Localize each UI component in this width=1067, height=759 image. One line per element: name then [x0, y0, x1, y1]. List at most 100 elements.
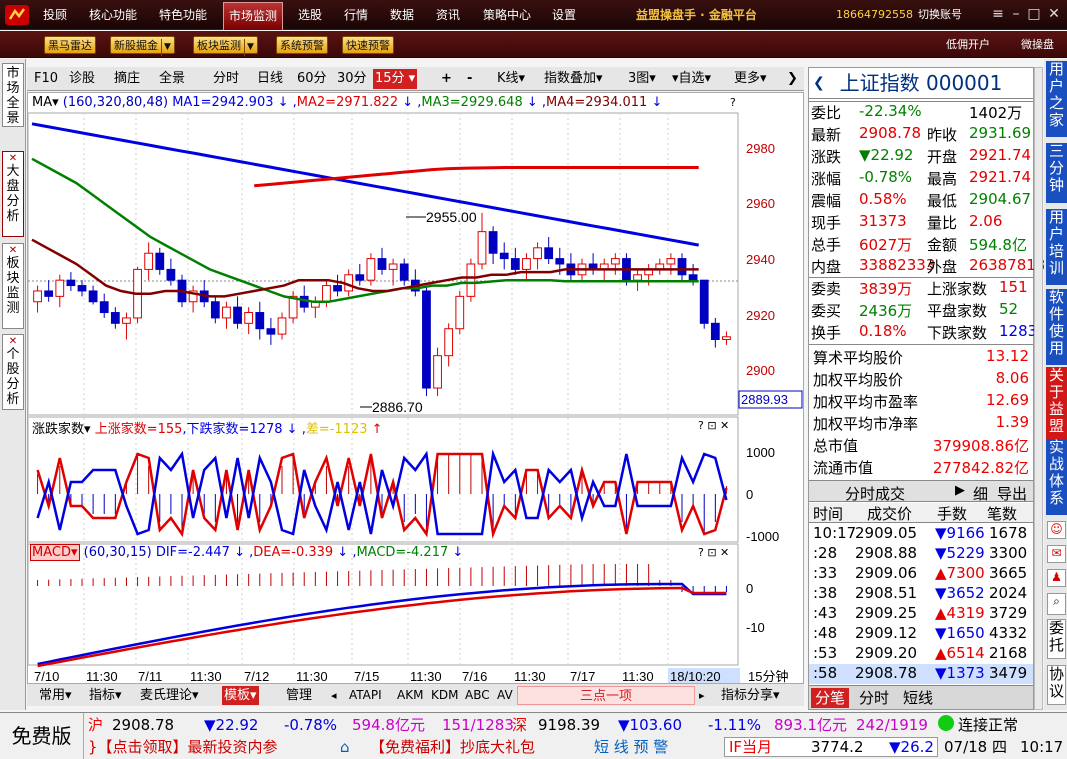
trade-row[interactable]: :48 2909.12 ▼1650 4332 [809, 624, 1033, 644]
scroll-right-icon[interactable]: ▸ [699, 686, 705, 705]
system-alert-button[interactable]: 系统预警 [276, 36, 328, 54]
help-icon[interactable]: ? [730, 96, 736, 109]
tab-software-usage[interactable]: 软件使用 [1046, 289, 1067, 365]
panel-controls-icon[interactable]: ? ⊡ ✕ [698, 546, 729, 559]
tab-market-overview[interactable]: 市场全景 [2, 63, 24, 127]
close-icon[interactable]: ✕ [3, 337, 23, 347]
tab-combat-system[interactable]: 实战体系 [1046, 439, 1067, 515]
tab-user-home[interactable]: 用户之家 [1046, 61, 1067, 137]
tab-about-yimeng[interactable]: 关于益盟 [1046, 367, 1067, 443]
news-ticker-2[interactable]: 【免费福利】抄底大礼包 [370, 737, 535, 757]
menu-icon[interactable]: ≡ [990, 6, 1006, 22]
watchlist-dropdown[interactable]: ▾自选▾ [672, 69, 711, 89]
quote-scrollbar[interactable] [1034, 67, 1043, 710]
qq-icon[interactable]: ♟ [1047, 569, 1066, 587]
futures-quote[interactable]: IF当月 3774.2 ▼26.2 [724, 737, 938, 757]
prev-arrow-icon[interactable]: ❮ [813, 68, 825, 99]
tab-intraday[interactable]: 分时 [859, 688, 889, 708]
trade-row[interactable]: :53 2909.20 ▲6514 2168 [809, 644, 1033, 664]
tab-mcs-theory[interactable]: 麦氏理论▾ [140, 686, 199, 705]
entrust-button[interactable]: 委托 [1047, 619, 1066, 659]
quick-alert-button[interactable]: 快速预警 [342, 36, 394, 54]
f10-button[interactable]: F10 [34, 69, 58, 89]
short-term-alert[interactable]: 短 线 预 警 [594, 737, 668, 757]
sector-monitor-button[interactable]: 板块监测 ▼ [193, 36, 258, 56]
trade-row[interactable]: :38 2908.51 ▼3652 2024 [809, 584, 1033, 604]
chat-icon[interactable]: ☺ [1047, 521, 1066, 539]
menu-data[interactable]: 数据 [385, 0, 419, 30]
tab-sector-monitor[interactable]: ✕ 板块监测 [2, 243, 24, 329]
tab-akm[interactable]: AKM [397, 686, 423, 705]
tab-indicators[interactable]: 指标▾ [89, 686, 122, 705]
tab-av[interactable]: AV [497, 686, 513, 705]
sh-index-summary[interactable]: 沪 2908.78 ▼22.92 -0.78% 594.8亿元 151/1283 [88, 715, 514, 735]
index-overlay-dropdown[interactable]: 指数叠加▾ [544, 69, 603, 89]
menu-strategy[interactable]: 策略中心 [478, 0, 536, 30]
home-icon[interactable]: ⌂ [340, 737, 350, 757]
tab-manage[interactable]: 管理 [286, 686, 312, 705]
micro-trade-link[interactable]: 微操盘 [1021, 36, 1054, 54]
kline-chart[interactable]: 2955.00 2886.70 2980 2960 2940 2920 2900… [28, 93, 803, 686]
tab-template[interactable]: 模板▾ [222, 686, 259, 705]
menu-settings[interactable]: 设置 [547, 0, 581, 30]
collapse-icon[interactable]: ❯ [787, 69, 798, 89]
tab-three-minutes[interactable]: 三分钟 [1046, 143, 1067, 203]
period-intraday[interactable]: 分时 [213, 69, 239, 89]
layout-dropdown[interactable]: 3图▾ [628, 69, 656, 89]
period-30min[interactable]: 30分 [337, 69, 367, 89]
period-daily[interactable]: 日线 [257, 69, 283, 89]
trade-row[interactable]: :43 2909.25 ▲4319 3729 [809, 604, 1033, 624]
close-icon[interactable]: ✕ [1046, 6, 1062, 22]
tab-market-analysis[interactable]: ✕ 大盘分析 [2, 151, 24, 237]
low-commission-link[interactable]: 低佣开户 [946, 36, 990, 54]
trades-detail-button[interactable]: 细 [973, 483, 988, 504]
scroll-left-icon[interactable]: ◂ [331, 686, 337, 705]
ma-legend-name[interactable]: MA [32, 95, 52, 110]
tab-ticks[interactable]: 分笔 [811, 688, 850, 708]
zoom-in-button[interactable]: + [441, 69, 452, 89]
maximize-icon[interactable]: □ [1026, 6, 1042, 22]
trade-row[interactable]: :33 2909.06 ▲7300 3665 [809, 564, 1033, 584]
minimize-icon[interactable]: – [1008, 6, 1024, 22]
tab-short-term[interactable]: 短线 [903, 688, 933, 708]
period-15min[interactable]: 15分 ▾ [373, 69, 418, 89]
tab-common[interactable]: 常用▾ [39, 686, 72, 705]
switch-account-link[interactable]: 切换账号 [918, 0, 962, 30]
tab-indicator-share[interactable]: 指标分享▾ [721, 686, 780, 705]
chart-type-dropdown[interactable]: K线▾ [497, 69, 525, 89]
tab-kdm[interactable]: KDM [431, 686, 458, 705]
menu-core[interactable]: 核心功能 [84, 0, 142, 30]
macd-selector[interactable]: MACD▾ [30, 544, 80, 561]
tab-abc[interactable]: ABC [465, 686, 490, 705]
new-stock-button[interactable]: 新股掘金 ▼ [110, 36, 175, 56]
zoom-out-button[interactable]: - [467, 69, 472, 89]
menu-news[interactable]: 资讯 [431, 0, 465, 30]
trade-row[interactable]: :58 2908.78 ▼1373 3479 [809, 664, 1033, 684]
banner-three-points[interactable]: 三点一项 [517, 686, 695, 705]
more-dropdown[interactable]: 更多▾ [734, 69, 767, 89]
trades-expand-icon[interactable]: ▶ [955, 483, 965, 498]
menu-select-stock[interactable]: 选股 [293, 0, 327, 30]
menu-market-monitor[interactable]: 市场监测 [223, 2, 283, 30]
sz-index-summary[interactable]: 深 9198.39 ▼103.60 -1.11% 893.1亿元 242/1919 [512, 715, 928, 735]
message-icon[interactable]: ✉ [1047, 545, 1066, 563]
news-ticker-1[interactable]: }【点击领取】最新投资内参 [88, 737, 278, 757]
search-icon[interactable]: ⌕ [1047, 593, 1066, 615]
trades-export-button[interactable]: 导出 [997, 483, 1027, 504]
close-icon[interactable]: ✕ [3, 154, 23, 164]
menu-tougu[interactable]: 投顾 [36, 0, 74, 30]
kline-chart-panel[interactable]: 2955.00 2886.70 2980 2960 2940 2920 2900… [27, 92, 804, 687]
menu-special[interactable]: 特色功能 [154, 0, 212, 30]
panel-controls-icon[interactable]: ? ⊡ ✕ [698, 419, 729, 432]
trade-row[interactable]: :28 2908.88 ▼5229 3300 [809, 544, 1033, 564]
menu-quotes[interactable]: 行情 [339, 0, 373, 30]
trade-row[interactable]: 10:17 2909.05 ▼9166 1678 [809, 524, 1033, 544]
diagnose-button[interactable]: 诊股 [69, 69, 95, 89]
agreement-button[interactable]: 协议 [1047, 665, 1066, 705]
tab-user-training[interactable]: 用户培训 [1046, 209, 1067, 285]
panorama-button[interactable]: 全景 [159, 69, 185, 89]
period-60min[interactable]: 60分 [297, 69, 327, 89]
tab-stock-analysis[interactable]: ✕ 个股分析 [2, 334, 24, 410]
close-icon[interactable]: ✕ [3, 246, 23, 256]
black-horse-radar-button[interactable]: 黑马雷达 [44, 36, 96, 54]
